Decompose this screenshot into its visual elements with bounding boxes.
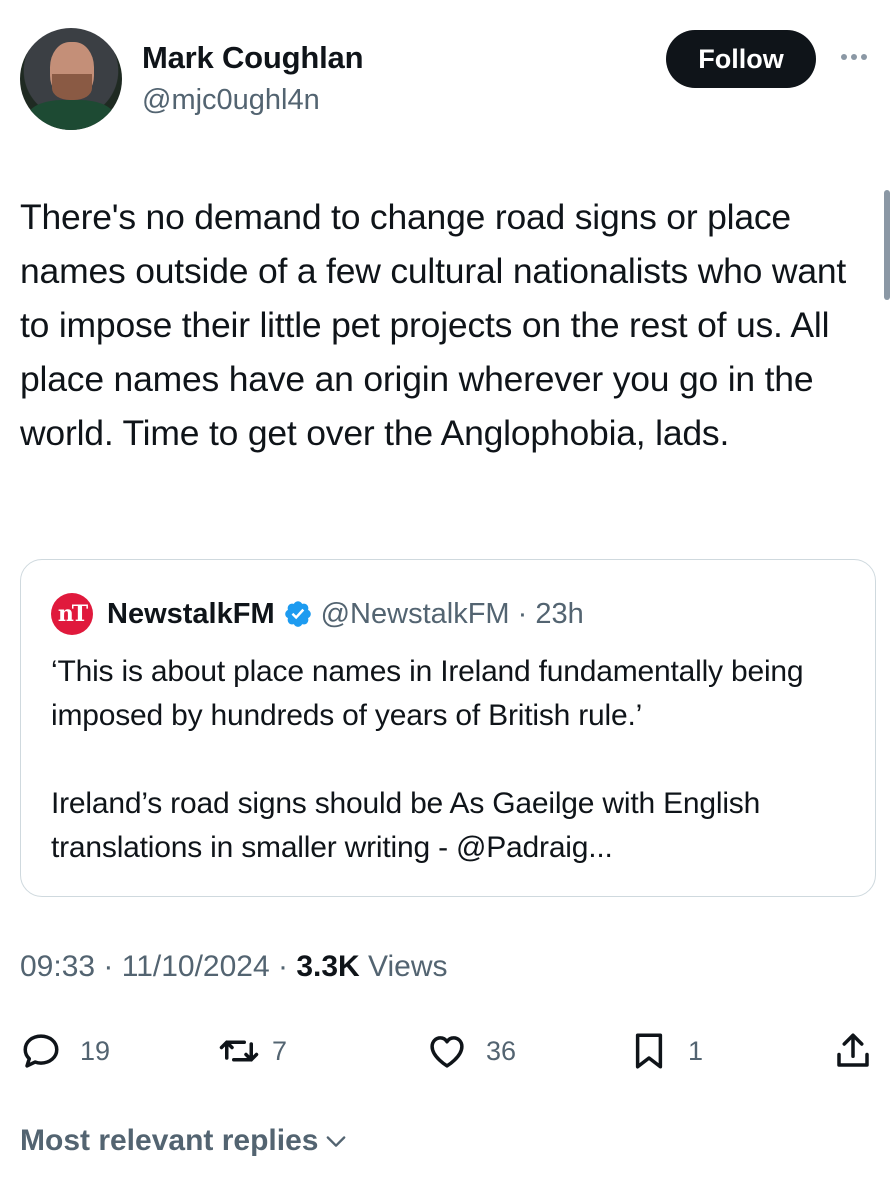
like-icon: [430, 1036, 464, 1068]
reply-icon: [23, 1034, 59, 1068]
newstalk-logo: nT: [51, 593, 93, 635]
chevron-down-icon: [327, 1136, 346, 1147]
share-button[interactable]: [832, 1026, 874, 1076]
tweet-meta: 09:33 · 11/10/2024 · 3.3K Views: [20, 950, 448, 984]
quoted-tweet-text: ‘This is about place names in Ireland fu…: [51, 655, 804, 864]
author-handle[interactable]: @mjc0ughl4n: [142, 84, 320, 117]
most-relevant-replies-dropdown[interactable]: Most relevant replies: [20, 1124, 350, 1158]
action-bar: 19 7 36 1: [20, 1026, 880, 1076]
tweet-text: There's no demand to change road signs o…: [20, 197, 856, 453]
quoted-handle-time: @NewstalkFM · 23h: [320, 597, 584, 630]
avatar-shirt: [28, 100, 114, 130]
bookmark-icon: [635, 1033, 663, 1069]
scrollbar[interactable]: [884, 190, 890, 300]
reply-count: 19: [80, 1035, 111, 1066]
follow-button[interactable]: Follow: [666, 30, 816, 88]
timestamp[interactable]: 09:33 · 11/10/2024 ·: [20, 950, 296, 983]
more-icon[interactable]: [834, 42, 874, 72]
views-count: 3.3K: [296, 950, 360, 983]
views-label: Views: [359, 950, 448, 983]
like-button[interactable]: 36: [426, 1026, 516, 1076]
avatar-beard: [52, 74, 92, 100]
bookmark-button[interactable]: 1: [628, 1026, 703, 1076]
reply-button[interactable]: 19: [20, 1026, 110, 1076]
repost-button[interactable]: 7: [218, 1026, 287, 1076]
quoted-tweet-header: nT NewstalkFM @NewstalkFM · 23h: [51, 593, 584, 635]
tweet-header: Mark Coughlan @mjc0ughl4n Follow: [20, 26, 880, 134]
verified-badge-icon: [284, 601, 311, 627]
author-name[interactable]: Mark Coughlan: [142, 40, 364, 76]
quoted-author-name: NewstalkFM: [107, 597, 275, 630]
bookmark-count: 1: [688, 1035, 704, 1066]
share-icon: [837, 1033, 869, 1067]
quoted-tweet[interactable]: nT NewstalkFM @NewstalkFM · 23h ‘This is…: [20, 559, 876, 897]
repost-count: 7: [272, 1035, 288, 1066]
like-count: 36: [486, 1035, 517, 1066]
repost-icon: [219, 1040, 259, 1062]
most-relevant-label: Most relevant replies: [20, 1124, 319, 1157]
avatar[interactable]: [20, 28, 122, 130]
